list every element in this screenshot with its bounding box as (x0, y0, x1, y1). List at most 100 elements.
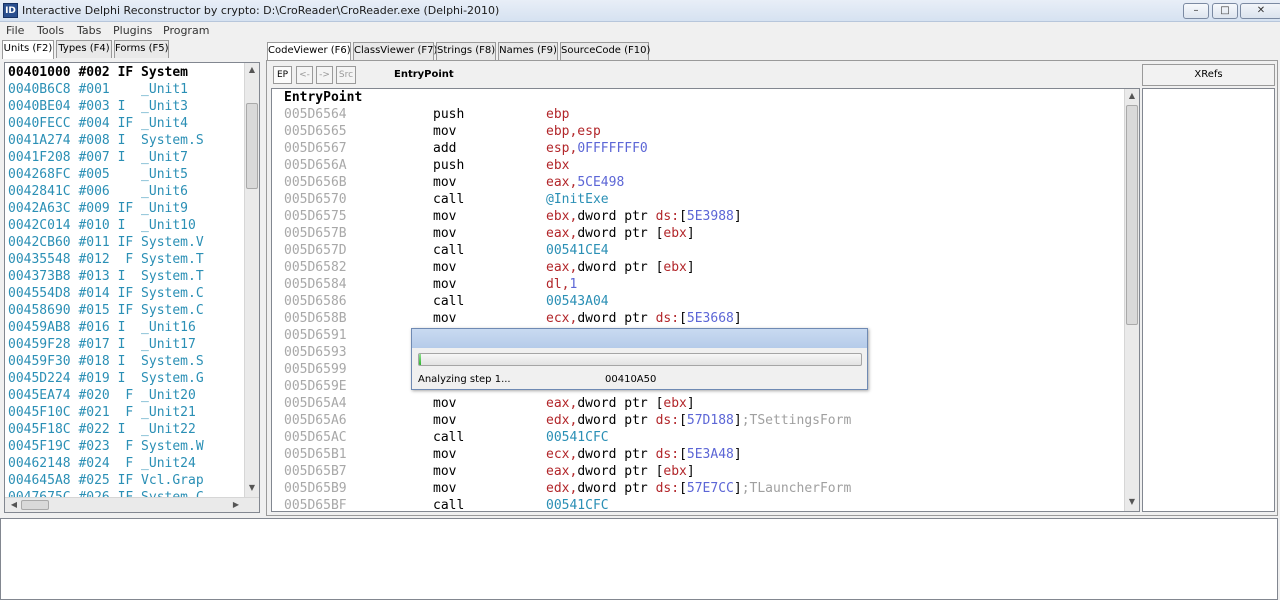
tab-forms[interactable]: Forms (F5) (114, 40, 169, 58)
code-address: 005D6565 (284, 124, 347, 139)
unit-list-item[interactable]: 0042C014 #010 I _Unit10 (8, 217, 196, 234)
unit-list-item[interactable]: 0045EA74 #020 F _Unit20 (8, 387, 196, 404)
scroll-down-arrow-icon[interactable]: ▼ (245, 483, 259, 492)
tab-classviewer[interactable]: ClassViewer (F7) (353, 42, 437, 60)
unit-list-item[interactable]: 00401000 #002 IF System (8, 64, 188, 81)
code-line[interactable]: 005D65A4 mov eax,dword ptr [ebx] (272, 395, 1122, 412)
unit-list-item[interactable]: 00459F30 #018 I System.S (8, 353, 204, 370)
code-mnemonic: call (433, 192, 465, 207)
minimize-button[interactable]: – (1183, 3, 1209, 19)
code-operands: eax,dword ptr [ebx] (546, 395, 695, 412)
unit-list-item[interactable]: 0041A274 #008 I System.S (8, 132, 204, 149)
log-panel[interactable] (0, 518, 1278, 600)
close-button[interactable]: ✕ (1240, 3, 1280, 19)
code-operands: eax,dword ptr [ebx] (546, 225, 695, 242)
code-operands: eax,dword ptr [ebx] (546, 463, 695, 480)
code-scroll-up-arrow-icon[interactable]: ▲ (1125, 91, 1139, 100)
code-line[interactable]: 005D65A6 mov edx,dword ptr ds:[57D188];TSe… (272, 412, 1122, 429)
tab-types[interactable]: Types (F4) (56, 40, 112, 58)
code-vertical-scrollbar[interactable]: ▲ ▼ (1124, 89, 1139, 511)
forward-button[interactable]: -> (316, 66, 333, 84)
unit-list-item[interactable]: 0045F19C #023 F System.W (8, 438, 204, 455)
code-address: 005D6570 (284, 192, 347, 207)
unit-list-item[interactable]: 0042CB60 #011 IF System.V (8, 234, 204, 251)
units-scroll-thumb[interactable] (246, 103, 258, 189)
code-line[interactable]: 005D6570 call @InitExe (272, 191, 1122, 208)
menu-tools[interactable]: Tools (37, 24, 64, 37)
operand-token: ebx (546, 158, 570, 173)
back-button[interactable]: <- (296, 66, 313, 84)
operand-token: ] (733, 413, 742, 428)
code-line[interactable]: 005D656B mov eax,5CE498 (272, 174, 1122, 191)
ep-button[interactable]: EP (273, 66, 292, 84)
unit-list-item[interactable]: 004554D8 #014 IF System.C (8, 285, 204, 302)
code-line[interactable]: 005D657B mov eax,dword ptr [ebx] (272, 225, 1122, 242)
unit-list-item[interactable]: 004645A8 #025 IF Vcl.Grap (8, 472, 204, 489)
code-address: 005D6584 (284, 277, 347, 292)
units-horizontal-scrollbar[interactable]: ◀ ▶ (5, 497, 259, 512)
code-address: 005D6575 (284, 209, 347, 224)
tab-codeviewer[interactable]: CodeViewer (F6) (267, 42, 351, 61)
units-vertical-scrollbar[interactable]: ▲ ▼ (244, 63, 259, 497)
unit-list-item[interactable]: 00458690 #015 IF System.C (8, 302, 204, 319)
src-button[interactable]: Src (336, 66, 356, 84)
unit-list-item[interactable]: 0040BE04 #003 I _Unit3 (8, 98, 188, 115)
unit-list-item[interactable]: 0040B6C8 #001 _Unit1 (8, 81, 188, 98)
menu-file[interactable]: File (6, 24, 24, 37)
code-line[interactable]: 005D65BF call 00541CFC (272, 497, 1122, 511)
code-line[interactable]: 005D6565 mov ebp,esp (272, 123, 1122, 140)
unit-list-item[interactable]: 0045D224 #019 I System.G (8, 370, 204, 387)
code-line[interactable]: 005D65AC call 00541CFC (272, 429, 1122, 446)
code-scroll-down-arrow-icon[interactable]: ▼ (1125, 497, 1139, 506)
scroll-left-arrow-icon[interactable]: ◀ (7, 500, 21, 509)
unit-list-item[interactable]: 0045F10C #021 F _Unit21 (8, 404, 196, 421)
maximize-button[interactable]: □ (1212, 3, 1238, 19)
unit-list-item[interactable]: 0040FECC #004 IF _Unit4 (8, 115, 188, 132)
window-title: Interactive Delphi Reconstructor by cryp… (22, 4, 500, 17)
code-scroll-thumb[interactable] (1126, 105, 1138, 325)
unit-list-item[interactable]: 00462148 #024 F _Unit24 (8, 455, 196, 472)
units-hscroll-thumb[interactable] (21, 500, 49, 510)
operand-token: 5E3988 (686, 209, 734, 224)
operand-token: ] (686, 226, 695, 241)
tab-names[interactable]: Names (F9) (498, 42, 558, 60)
menu-plugins[interactable]: Plugins (113, 24, 152, 37)
code-mnemonic: mov (433, 311, 457, 326)
unit-list-item[interactable]: 00459F28 #017 I _Unit17 (8, 336, 196, 353)
code-line[interactable]: 005D65B9 mov edx,dword ptr ds:[57E7CC];TLa… (272, 480, 1122, 497)
code-line[interactable]: 005D656A push ebx (272, 157, 1122, 174)
code-operands: 00541CE4 (546, 242, 609, 259)
code-line[interactable]: 005D65B1 mov ecx,dword ptr ds:[5E3A48] (272, 446, 1122, 463)
tab-units[interactable]: Units (F2) (2, 40, 54, 59)
operand-token: 57D188 (686, 413, 734, 428)
code-line[interactable]: 005D657D call 00541CE4 (272, 242, 1122, 259)
unit-list-item[interactable]: 0045F18C #022 I _Unit22 (8, 421, 196, 438)
tab-sourcecode[interactable]: SourceCode (F10) (560, 42, 650, 60)
unit-list-item[interactable]: 0042A63C #009 IF _Unit9 (8, 200, 188, 217)
code-line[interactable]: 005D6564 push ebp (272, 106, 1122, 123)
code-line[interactable]: 005D658B mov ecx,dword ptr ds:[5E3668] (272, 310, 1122, 327)
menu-program[interactable]: Program (163, 24, 209, 37)
code-address: 005D657D (284, 243, 347, 258)
code-line[interactable]: 005D6582 mov eax,dword ptr [ebx] (272, 259, 1122, 276)
unit-list-item[interactable]: 0042841C #006 _Unit6 (8, 183, 188, 200)
unit-list-item[interactable]: 0041F208 #007 I _Unit7 (8, 149, 188, 166)
dialog-caption (412, 329, 867, 348)
disassembly-view[interactable]: EntryPoint 005D6564 push ebp 005D6565 mov ebp… (271, 88, 1140, 512)
tab-strings[interactable]: Strings (F8) (436, 42, 496, 60)
code-line[interactable]: 005D6586 call 00543A04 (272, 293, 1122, 310)
scroll-right-arrow-icon[interactable]: ▶ (229, 500, 243, 509)
units-list[interactable]: 00401000 #002 IF System 0040B6C8 #001 _Un… (4, 62, 260, 513)
scroll-up-arrow-icon[interactable]: ▲ (245, 65, 259, 74)
code-line[interactable]: 005D6584 mov dl,1 (272, 276, 1122, 293)
menu-tabs[interactable]: Tabs (77, 24, 101, 37)
xrefs-list[interactable] (1142, 88, 1275, 512)
unit-list-item[interactable]: 00435548 #012 F System.T (8, 251, 204, 268)
operand-token: ds: (655, 311, 680, 326)
code-line[interactable]: 005D65B7 mov eax,dword ptr [ebx] (272, 463, 1122, 480)
unit-list-item[interactable]: 004373B8 #013 I System.T (8, 268, 204, 285)
code-line[interactable]: 005D6567 add esp,0FFFFFFF0 (272, 140, 1122, 157)
code-line[interactable]: 005D6575 mov ebx,dword ptr ds:[5E3988] (272, 208, 1122, 225)
unit-list-item[interactable]: 004268FC #005 _Unit5 (8, 166, 188, 183)
unit-list-item[interactable]: 00459AB8 #016 I _Unit16 (8, 319, 196, 336)
